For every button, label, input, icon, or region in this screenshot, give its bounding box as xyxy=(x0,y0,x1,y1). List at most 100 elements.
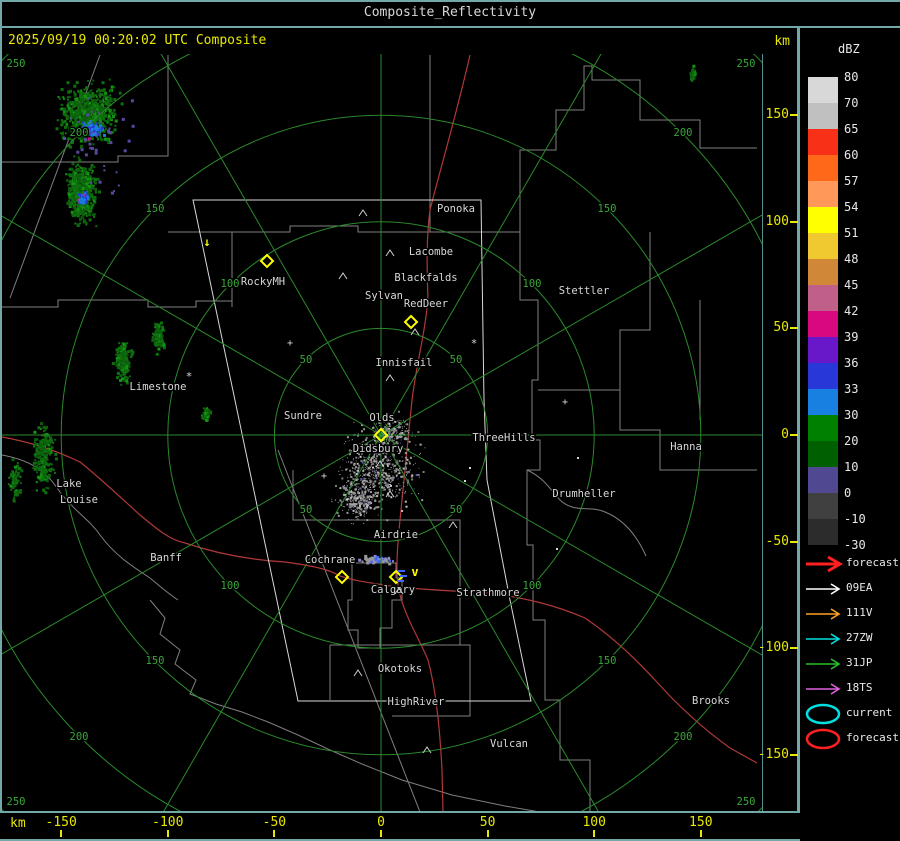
svg-text:100: 100 xyxy=(221,580,240,592)
svg-text:50: 50 xyxy=(450,354,463,366)
bottom-axis-tick xyxy=(593,830,596,837)
city-label-strathmore: Strathmore xyxy=(456,587,519,599)
city-label-calgary: Calgary xyxy=(371,584,415,596)
bottom-axis-label: 100 xyxy=(582,815,606,830)
wind-dash-icon xyxy=(400,575,407,577)
svg-text:200: 200 xyxy=(70,731,89,743)
bottom-axis-label: 0 xyxy=(377,815,385,830)
bottom-axis-tick xyxy=(166,830,169,837)
legend-label: forecast xyxy=(846,556,899,569)
plus-marker-icon: + xyxy=(562,397,568,408)
colorbar-swatch xyxy=(808,363,838,389)
colorbar-title: dBZ xyxy=(838,42,860,56)
city-label-sundre: Sundre xyxy=(284,410,322,422)
bottom-axis-tick xyxy=(486,830,489,837)
legend-arrow-icon xyxy=(806,633,841,645)
svg-text:200: 200 xyxy=(674,127,693,139)
echo-w-cell-1 xyxy=(111,342,135,386)
svg-text:250: 250 xyxy=(737,796,756,808)
legend-label: 18TS xyxy=(846,681,873,694)
colorbar-swatch xyxy=(808,337,838,363)
titlebar-divider xyxy=(0,26,900,28)
legend-label: current xyxy=(846,706,893,719)
right-axis-tick xyxy=(790,753,798,756)
caret-marker-icon xyxy=(385,374,395,382)
caret-marker-icon xyxy=(385,249,395,257)
colorbar-label: 36 xyxy=(844,356,859,370)
storm-vector-arrow-icon: v xyxy=(411,565,418,579)
colorbar-label: 0 xyxy=(844,486,852,500)
plus-marker-icon: + xyxy=(321,471,327,482)
colorbar-label: 57 xyxy=(844,174,859,188)
legend-item-27ZW: 27ZW xyxy=(800,628,900,648)
colorbar-swatch xyxy=(808,155,838,181)
bottom-axis-tick xyxy=(60,830,63,837)
city-label-innisfail: Innisfail xyxy=(376,357,433,369)
colorbar-swatch xyxy=(808,519,838,545)
wind-dash-icon xyxy=(398,570,405,572)
colorbar-label: 39 xyxy=(844,330,859,344)
caret-marker-icon xyxy=(353,669,363,677)
svg-text:200: 200 xyxy=(674,731,693,743)
timestamp-label: 2025/09/19 00:20:02 UTC Composite xyxy=(8,33,267,48)
colorbar-label: 80 xyxy=(844,70,859,84)
svg-text:100: 100 xyxy=(523,278,542,290)
colorbar-swatch xyxy=(808,77,838,103)
asterisk-marker-icon: * xyxy=(471,337,478,350)
city-label-didsbury: Didsbury xyxy=(353,443,404,455)
city-label-hanna: Hanna xyxy=(670,441,702,453)
colorbar-label: 42 xyxy=(844,304,859,318)
svg-text:150: 150 xyxy=(598,655,617,667)
bottom-axis-label: -150 xyxy=(45,815,77,830)
svg-text:250: 250 xyxy=(737,58,756,70)
dot-marker-icon xyxy=(469,467,471,469)
plus-marker-icon: + xyxy=(287,338,293,349)
svg-text:100: 100 xyxy=(523,580,542,592)
svg-text:50: 50 xyxy=(450,504,463,516)
caret-marker-icon xyxy=(338,272,348,280)
legend-arrow-icon xyxy=(806,658,841,670)
colorbar-swatch xyxy=(808,441,838,467)
colorbar-swatch xyxy=(808,415,838,441)
bottom-axis-tick xyxy=(699,830,702,837)
legend-item-18TS: 18TS xyxy=(800,678,900,698)
legend-arrow-icon xyxy=(806,583,841,595)
echo-sw-cell-2 xyxy=(7,458,24,503)
right-axis-tick xyxy=(790,327,798,330)
right-axis-unit: km xyxy=(774,34,790,49)
wind-dash-icon xyxy=(397,580,404,582)
dot-marker-icon xyxy=(577,457,579,459)
echo-nw-cell-2 xyxy=(65,155,101,228)
city-label-okotoks: Okotoks xyxy=(378,663,422,675)
bottom-axis: km -150 -100 -50 0 50 100 150 xyxy=(0,813,800,839)
colorbar-label: 70 xyxy=(844,96,859,110)
colorbar-label: 51 xyxy=(844,226,859,240)
city-label-brooks: Brooks xyxy=(692,695,730,707)
city-label-louise: Louise xyxy=(60,494,98,506)
right-axis-label: 100 xyxy=(765,213,789,229)
storm-vector-arrow-icon: ↓ xyxy=(203,235,210,249)
legend-arrow-icon xyxy=(806,555,843,573)
legend-arrow-icon xyxy=(806,608,841,620)
right-axis-tick xyxy=(790,647,798,650)
city-label-vulcan: Vulcan xyxy=(490,738,528,750)
colorbar-label: -10 xyxy=(844,512,866,526)
right-axis-label: -50 xyxy=(765,533,789,549)
colorbar-swatch xyxy=(808,103,838,129)
echo-calgary-specks xyxy=(358,554,394,566)
colorbar-label: 60 xyxy=(844,148,859,162)
svg-text:250: 250 xyxy=(7,58,26,70)
right-axis-label: -150 xyxy=(757,746,789,762)
colorbar-swatch xyxy=(808,389,838,415)
city-label-olds: Olds xyxy=(369,412,394,424)
sidebar: dBZ 80 70 65 60 57 54 51 48 45 42 39 36 33 30 20 10 0 -10… xyxy=(800,28,900,841)
right-axis-label: 150 xyxy=(765,107,789,123)
city-label-reddeer: RedDeer xyxy=(404,298,448,310)
radar-map-display[interactable]: 50 50 50 50 100 100 100 100 150 150 150 150 200 200 20… xyxy=(2,54,762,811)
svg-text:200: 200 xyxy=(70,127,89,139)
city-label-highriver: HighRiver xyxy=(388,696,445,708)
city-label-cochrane: Cochrane xyxy=(305,554,356,566)
bottom-axis-tick xyxy=(273,830,276,837)
right-axis-label: 0 xyxy=(781,427,789,442)
legend-label: 111V xyxy=(846,606,873,619)
